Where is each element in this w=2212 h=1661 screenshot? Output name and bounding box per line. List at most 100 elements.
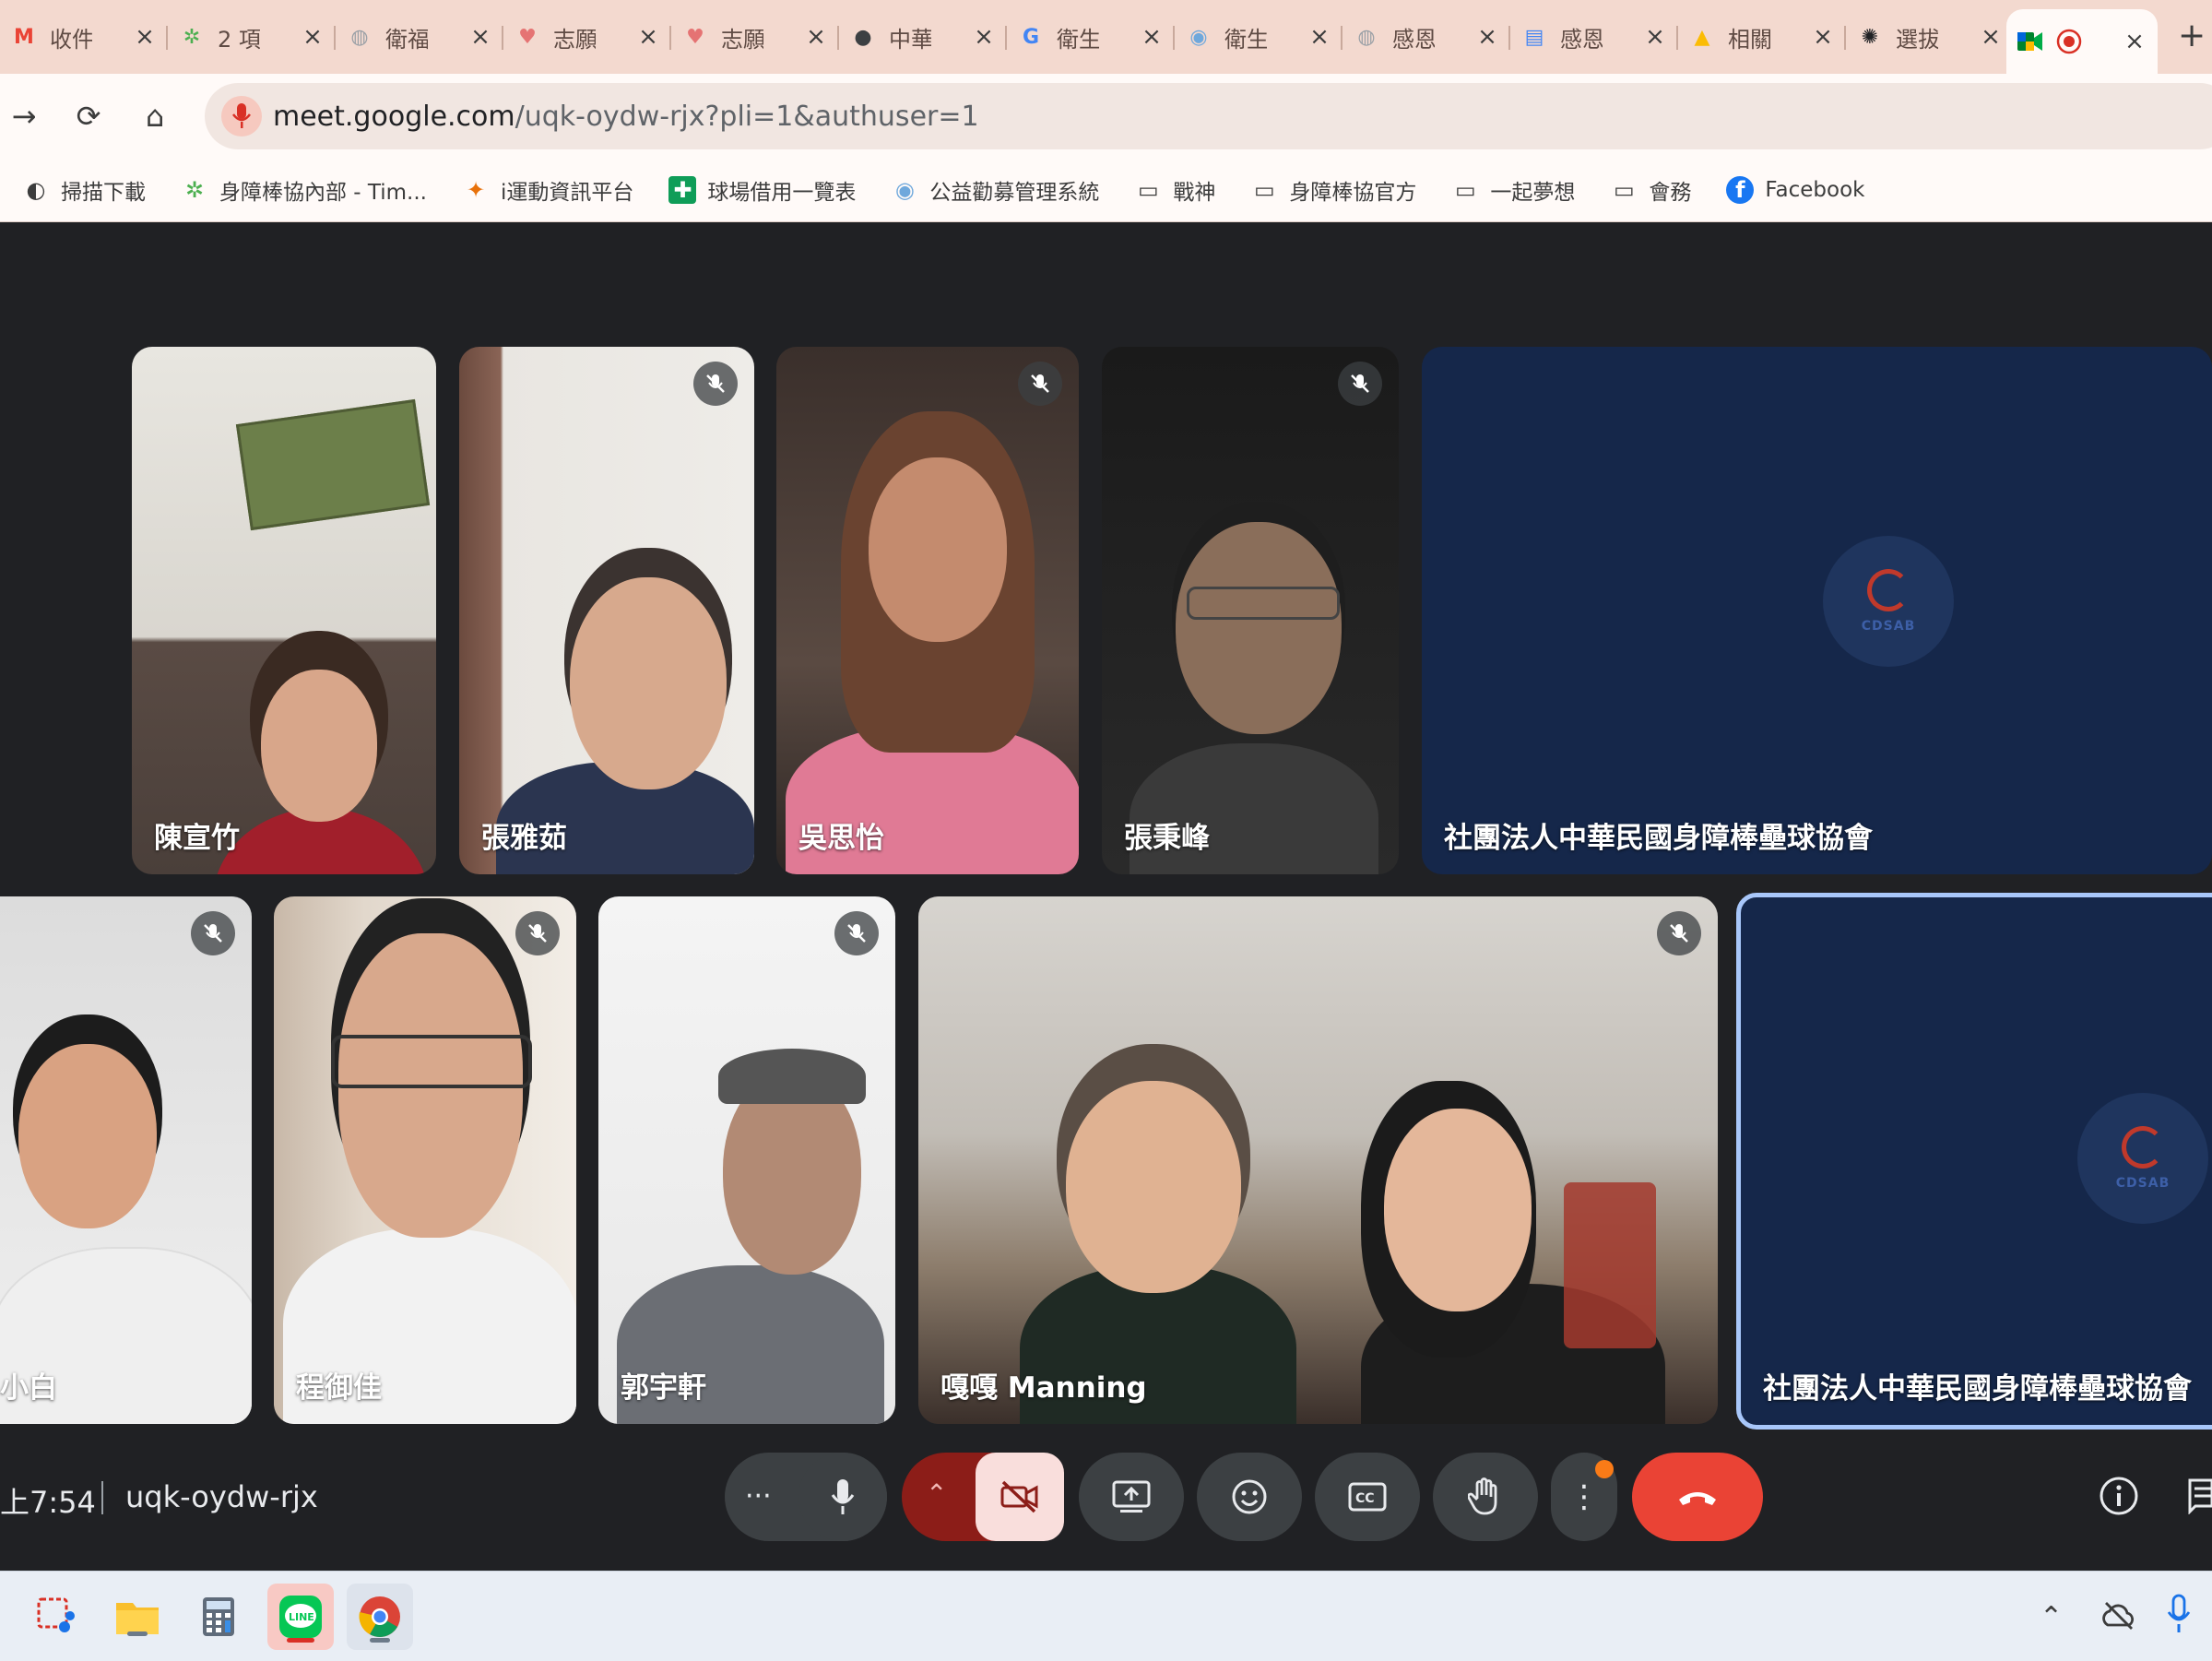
bookmark-label: 身障棒協官方 (1289, 181, 1417, 205)
bookmark-label: i運動資訊平台 (501, 181, 634, 205)
audio-controls: ··· (725, 1453, 887, 1541)
camera-off-button[interactable] (976, 1453, 1064, 1541)
microphone-button[interactable] (798, 1453, 887, 1541)
tab-title: 收件 (50, 26, 92, 53)
address-bar[interactable]: meet.google.com/uqk-oydw-rjx?pli=1&authu… (205, 83, 2212, 149)
bookmark-item[interactable]: f Facebook (1726, 176, 1864, 204)
browser-tab[interactable]: ◍ 衛福 × (336, 13, 503, 61)
glasses (331, 1035, 532, 1088)
bookmark-label: 球場借用一覽表 (707, 181, 857, 205)
bookmark-item[interactable]: ▭ 身障棒協官方 (1250, 174, 1416, 206)
close-icon[interactable]: × (131, 23, 159, 51)
close-icon[interactable]: × (970, 23, 998, 51)
meet-stage: 陳宣竹 張雅茹 吳思怡 張秉峰 CDSAB 社團法人中華民國身障棒壘球協會 小白 (0, 222, 2212, 1571)
muted-icon (515, 911, 560, 955)
close-icon[interactable]: × (1306, 23, 1333, 51)
bookmark-item[interactable]: ✚ 球場借用一覽表 (668, 174, 856, 206)
bookmark-item[interactable]: ▭ 戰神 (1134, 174, 1215, 206)
muted-icon (1018, 362, 1062, 406)
browser-tab[interactable]: ✲ 2 項 × (168, 13, 336, 61)
participant-name: 社團法人中華民國身障棒壘球協會 (1763, 1372, 2192, 1406)
meeting-info-icon[interactable] (2099, 1476, 2139, 1520)
close-icon[interactable]: × (299, 23, 326, 51)
bookmark-item[interactable]: ▭ 會務 (1610, 174, 1691, 206)
muted-icon (693, 362, 738, 406)
browser-tab[interactable]: ▲ 相關 × (1678, 13, 1846, 61)
close-icon[interactable]: × (802, 23, 830, 51)
close-icon[interactable]: × (1809, 23, 1837, 51)
browser-tab[interactable]: ● 中華 × (839, 13, 1007, 61)
home-icon[interactable]: ⌂ (133, 94, 177, 138)
tab-strip: M 收件 × ✲ 2 項 × ◍ 衛福 × ♥ 志願 × ♥ 志願 × ● 中華 × G 衛生 × ◉ 衛生 × ◍ 感恩 × ▤ 感恩… (0, 0, 2212, 74)
raise-hand-icon (1468, 1477, 1497, 1515)
more-audio-options-icon[interactable]: ··· (745, 1480, 772, 1513)
participant-tile-1[interactable]: 陳宣竹 (132, 347, 436, 874)
bookmark-item[interactable]: ◐ 掃描下載 (22, 174, 146, 206)
file-explorer-icon[interactable] (111, 1590, 164, 1643)
browser-tab[interactable]: ▤ 感恩 × (1510, 13, 1678, 61)
system-microphone-icon[interactable] (2167, 1594, 2191, 1638)
chrome-icon[interactable] (347, 1584, 413, 1650)
close-icon[interactable]: × (1641, 23, 1669, 51)
bookmark-item[interactable]: ✲ 身障棒協內部 - Tim... (181, 174, 427, 206)
browser-tab[interactable]: G 衛生 × (1007, 13, 1175, 61)
reactions-button[interactable] (1197, 1453, 1302, 1541)
close-icon[interactable]: × (1977, 23, 2005, 51)
browser-tab[interactable]: ◍ 感恩 × (1343, 13, 1510, 61)
bookmark-item[interactable]: ✦ i運動資訊平台 (462, 174, 633, 206)
browser-tab[interactable]: ♥ 志願 × (671, 13, 839, 61)
url-path: /uqk-oydw-rjx?pli=1&authuser=1 (515, 101, 979, 133)
calculator-icon[interactable] (192, 1590, 245, 1643)
new-tab-icon[interactable]: + (2178, 17, 2206, 54)
onedrive-off-icon[interactable] (2100, 1599, 2137, 1636)
tray-chevron-up-icon[interactable]: ⌃ (2040, 1601, 2063, 1633)
close-icon[interactable]: × (2121, 28, 2148, 55)
participant-tile-6[interactable]: 小白 (0, 896, 252, 1424)
tab-title: 衛生 (1224, 26, 1267, 53)
present-screen-button[interactable] (1079, 1453, 1184, 1541)
browser-tab[interactable]: ♥ 志願 × (503, 13, 671, 61)
participant-tile-10[interactable]: CDSAB 社團法人中華民國身障棒壘球協會 (1736, 893, 2212, 1430)
folder-icon: ▭ (1254, 177, 1275, 203)
notification-dot (1595, 1460, 1614, 1478)
captions-button[interactable]: CC (1315, 1453, 1420, 1541)
participant-tile-9[interactable]: 嘎嘎 Manning (918, 896, 1718, 1424)
raise-hand-button[interactable] (1433, 1453, 1538, 1541)
leave-call-button[interactable] (1632, 1453, 1763, 1541)
participant-tile-8[interactable]: 郭宇軒 (598, 896, 895, 1424)
close-icon[interactable]: × (1473, 23, 1501, 51)
close-icon[interactable]: × (634, 23, 662, 51)
participant-tile-5[interactable]: CDSAB 社團法人中華民國身障棒壘球協會 (1422, 347, 2212, 874)
bookmark-item[interactable]: ◉ 公益勸募管理系統 (891, 174, 1099, 206)
participant-name: 嘎嘎 Manning (940, 1371, 1147, 1405)
close-icon[interactable]: × (467, 23, 494, 51)
browser-tab[interactable]: ✺ 選拔 × (1846, 13, 2014, 61)
close-icon[interactable]: × (1138, 23, 1165, 51)
tab-separator (837, 26, 839, 50)
meet-icon (2017, 29, 2043, 54)
browser-tab-active[interactable]: × (2006, 9, 2158, 74)
camera-off-icon (1000, 1480, 1038, 1513)
participant-tile-3[interactable]: 吳思怡 (776, 347, 1079, 874)
reload-icon[interactable]: ⟳ (66, 94, 111, 138)
chat-icon[interactable] (2187, 1477, 2212, 1518)
bookmark-label: Facebook (1765, 178, 1865, 202)
participant-name: 社團法人中華民國身障棒壘球協會 (1444, 822, 1873, 855)
participant-tile-2[interactable]: 張雅茹 (459, 347, 754, 874)
participant-tile-7[interactable]: 程御佳 (274, 896, 576, 1424)
browser-tab[interactable]: ◉ 衛生 × (1175, 13, 1343, 61)
microphone-icon[interactable] (221, 96, 262, 136)
forward-icon[interactable]: → (2, 94, 46, 138)
present-screen-icon (1112, 1480, 1151, 1513)
chevron-up-icon[interactable]: ⌃ (926, 1478, 947, 1509)
more-options-button[interactable]: ⋮ (1551, 1453, 1617, 1541)
bookmark-item[interactable]: ▭ 一起夢想 (1451, 174, 1575, 206)
browser-tab[interactable]: M 收件 × (0, 13, 168, 61)
participant-tile-4[interactable]: 張秉峰 (1102, 347, 1399, 874)
person-head (18, 1044, 157, 1228)
globe-icon: ◐ (26, 177, 46, 203)
line-app-icon[interactable]: LINE (267, 1584, 334, 1650)
muted-icon (1657, 911, 1701, 955)
snipping-tool-icon[interactable] (30, 1590, 83, 1643)
drive-icon: ▲ (1694, 25, 1710, 49)
